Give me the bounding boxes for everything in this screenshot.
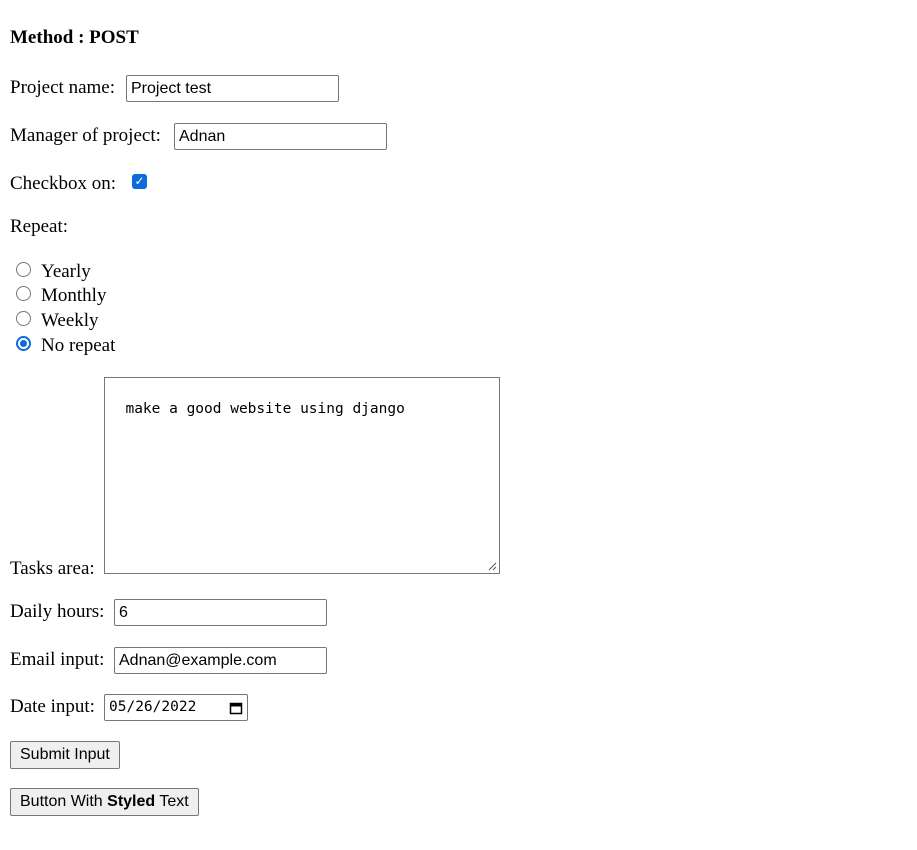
date-value: 05/26/2022 <box>109 699 197 715</box>
radio-no-repeat-label: No repeat <box>41 335 116 356</box>
radio-weekly-label: Weekly <box>41 310 99 331</box>
radio-weekly[interactable] <box>16 311 31 326</box>
email-input[interactable]: Adnan@example.com <box>114 647 327 674</box>
date-label: Date input: <box>10 696 95 717</box>
radio-no-repeat[interactable] <box>16 336 31 351</box>
daily-hours-input[interactable]: 6 <box>114 599 327 626</box>
styled-text-button[interactable]: Button With Styled Text <box>10 788 199 816</box>
radio-monthly-label: Monthly <box>41 285 107 306</box>
date-input[interactable]: 05/26/2022 <box>104 694 248 721</box>
project-name-input[interactable]: Project test <box>126 75 339 102</box>
check-mark-icon: ✓ <box>134 174 145 188</box>
submit-input-button[interactable]: Submit Input <box>10 741 120 769</box>
method-heading: Method : POST <box>10 27 139 48</box>
email-label: Email input: <box>10 649 105 670</box>
radio-monthly[interactable] <box>16 286 31 301</box>
styled-button-text-after: Text <box>159 793 189 810</box>
tasks-text: make a good website using django <box>125 401 405 417</box>
radio-yearly-label: Yearly <box>41 261 91 282</box>
daily-hours-label: Daily hours: <box>10 601 105 622</box>
manager-input[interactable]: Adnan <box>174 123 387 150</box>
calendar-icon[interactable] <box>229 701 243 715</box>
styled-button-bold-text: Styled <box>107 793 156 810</box>
checkbox-on[interactable]: ✓ <box>132 174 147 189</box>
tasks-label: Tasks area: <box>10 558 95 579</box>
checkbox-label: Checkbox on: <box>10 173 117 194</box>
radio-yearly[interactable] <box>16 262 31 277</box>
tasks-textarea[interactable]: make a good website using django <box>104 377 500 574</box>
manager-label: Manager of project: <box>10 125 161 146</box>
styled-button-text-before: Button With <box>20 793 103 810</box>
repeat-label: Repeat: <box>10 216 69 237</box>
resize-grip-icon[interactable] <box>487 561 497 571</box>
project-name-label: Project name: <box>10 77 115 98</box>
